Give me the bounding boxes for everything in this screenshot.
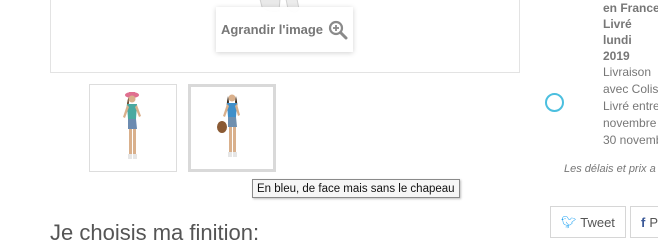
delivery-option-radio[interactable] <box>545 93 564 112</box>
twitter-bird-icon: 🐦︎ <box>561 215 577 229</box>
delivery-option-line: Livré entre <box>603 99 658 113</box>
thumbnail-tooltip: En bleu, de face mais sans le chapeau <box>252 179 460 198</box>
thumbnail-model-blue[interactable] <box>188 84 276 172</box>
delivery-top-line: en France <box>603 1 658 15</box>
delivery-date-info: en France Livré lundi 2019 <box>603 0 658 64</box>
enlarge-image-button[interactable]: Agrandir l'image <box>216 7 353 52</box>
enlarge-image-label: Agrandir l'image <box>220 22 324 37</box>
delivery-top-line: Livré lundi <box>603 17 632 47</box>
delivery-top-line: 2019 <box>603 49 630 63</box>
tweet-button[interactable]: 🐦︎ Tweet <box>550 206 626 238</box>
magnifier-plus-icon <box>328 20 348 39</box>
facebook-share-label: P <box>649 214 658 230</box>
model-with-hat-image <box>123 92 141 159</box>
delivery-delays-note: Les délais et prix a <box>564 163 656 175</box>
delivery-option-line: novembre <box>603 116 657 130</box>
finish-section-title: Je choisis ma finition: <box>50 220 260 245</box>
delivery-option-line: 30 novembre <box>603 133 658 147</box>
facebook-share-button[interactable]: f P <box>630 206 658 238</box>
model-in-blue-image <box>217 94 240 157</box>
delivery-option-line: avec Colis <box>603 82 658 96</box>
thumbnail-model-hat[interactable] <box>89 84 177 172</box>
delivery-option-text: Livraison avec Colis Livré entre novembr… <box>603 64 658 149</box>
tweet-label: Tweet <box>580 214 615 230</box>
delivery-option-line: Livraison <box>603 65 652 79</box>
facebook-icon: f <box>641 214 646 230</box>
